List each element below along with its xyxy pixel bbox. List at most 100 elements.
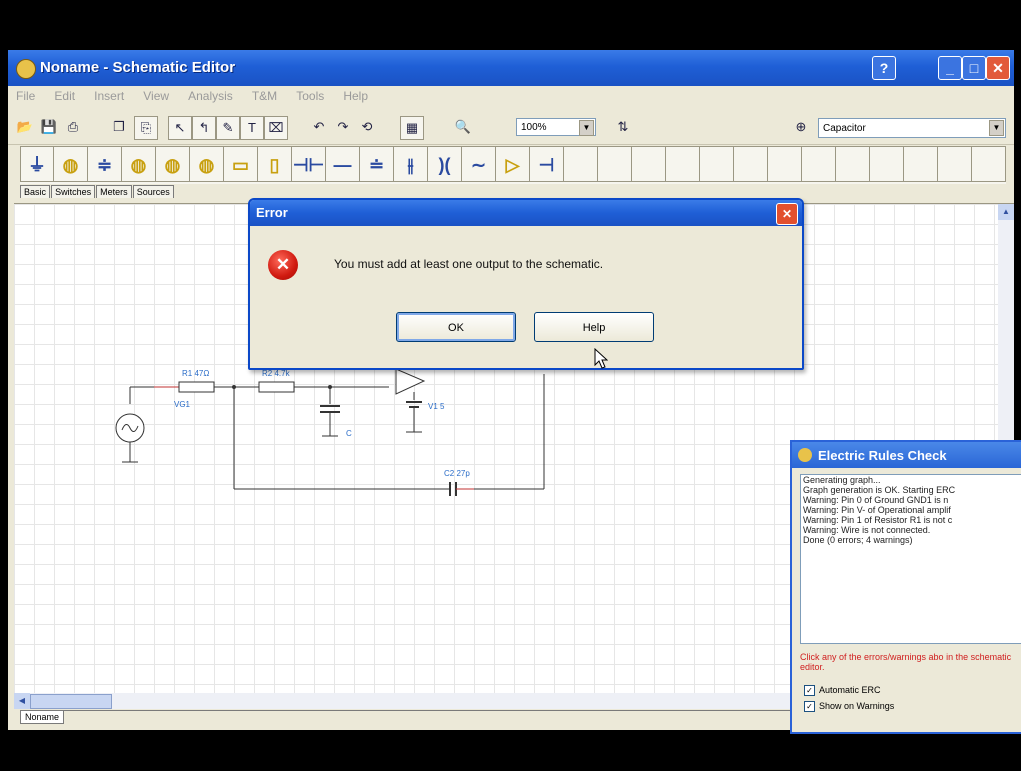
opamp [395, 368, 426, 395]
erc-log[interactable]: Generating graph... Graph generation is … [800, 474, 1021, 644]
menu-analysis[interactable]: Analysis [180, 86, 241, 106]
controlled-source-icon[interactable]: ◍ [190, 146, 224, 182]
palette-slot[interactable] [768, 146, 802, 182]
menu-tm[interactable]: T&M [244, 86, 285, 106]
label-icon[interactable]: ⌧ [264, 116, 288, 140]
ac-source-icon[interactable]: ◍ [54, 146, 88, 182]
voltage-source-icon[interactable]: ◍ [156, 146, 190, 182]
resistor-icon[interactable]: ▭ [224, 146, 258, 182]
component-palette: ⏚ ◍ ≑ ◍ ◍ ◍ ▭ ▯ ⊣⊢ — ≐ ⫲ )( ∼ ▷ ⊣ [20, 146, 1006, 184]
variable-capacitor-icon[interactable]: ⫲ [394, 146, 428, 182]
electrolytic-capacitor-icon[interactable]: ≐ [360, 146, 394, 182]
show-warnings-checkbox[interactable]: ✓ Show on Warnings [804, 700, 894, 713]
potentiometer-icon[interactable]: ▯ [258, 146, 292, 182]
current-source-icon[interactable]: ◍ [122, 146, 156, 182]
zoom-icon[interactable]: 🔍 [452, 116, 474, 138]
resistor-r1 [178, 381, 215, 393]
tab-switches[interactable]: Switches [51, 185, 96, 198]
copy-icon[interactable]: ❐ [108, 116, 130, 138]
resistor-r2 [258, 381, 295, 393]
menu-edit[interactable]: Edit [46, 86, 83, 106]
tab-sources[interactable]: Sources [132, 185, 174, 198]
menu-insert[interactable]: Insert [86, 86, 132, 106]
zoom-select[interactable]: 100% ▼ [516, 118, 596, 136]
hand-icon[interactable]: ↰ [192, 116, 216, 140]
palette-slot[interactable] [802, 146, 836, 182]
palette-slot[interactable] [870, 146, 904, 182]
component-select[interactable]: Capacitor ▼ [818, 118, 1006, 138]
palette-slot[interactable] [700, 146, 734, 182]
sort-icon[interactable]: ⇅ [612, 116, 634, 138]
redo-icon[interactable]: ↷ [332, 116, 354, 138]
grid-icon[interactable]: ▦ [400, 116, 424, 140]
inductor-icon[interactable]: ∼ [462, 146, 496, 182]
component-search-icon[interactable]: ⊕ [790, 116, 812, 138]
error-icon: ✕ [268, 250, 298, 280]
check-icon[interactable]: ✓ [804, 701, 815, 713]
palette-slot[interactable] [564, 146, 598, 182]
select-arrow-icon[interactable]: ↖ [168, 116, 192, 140]
ok-button[interactable]: OK [396, 312, 516, 342]
palette-slot[interactable] [836, 146, 870, 182]
undo-icon[interactable]: ↶ [308, 116, 330, 138]
erc-title-bar: Electric Rules Check [792, 442, 1021, 468]
print-icon[interactable]: ⎙ [62, 116, 84, 138]
ground-icon[interactable]: ⏚ [20, 146, 54, 182]
scroll-thumb[interactable] [30, 694, 112, 709]
tab-noname[interactable]: Noname [20, 711, 65, 724]
chevron-down-icon[interactable]: ▼ [989, 120, 1004, 136]
wire-icon[interactable]: — [326, 146, 360, 182]
transformer-icon[interactable]: )( [428, 146, 462, 182]
zoom-value: 100% [521, 122, 547, 133]
palette-slot[interactable] [938, 146, 972, 182]
palette-slot[interactable] [598, 146, 632, 182]
close-button[interactable]: ✕ [986, 56, 1010, 80]
app-icon [16, 59, 36, 79]
dialog-close-icon[interactable]: ✕ [776, 203, 798, 225]
battery-icon[interactable]: ≑ [88, 146, 122, 182]
scroll-left-icon[interactable]: ◀ [14, 693, 30, 709]
help-button[interactable]: Help [534, 312, 654, 342]
main-toolbar: 📂 💾 ⎙ ❐ ⎘ ↖ ↰ ✎ T ⌧ ↶ ↷ ⟲ ▦ 🔍 100% ▼ ⇅ ⊕… [8, 110, 1014, 145]
erc-log-line[interactable]: Generating graph... [801, 475, 1021, 485]
tab-basic[interactable]: Basic [20, 185, 51, 198]
diode-icon[interactable]: ▷ [496, 146, 530, 182]
erc-log-line[interactable]: Warning: Pin 0 of Ground GND1 is n [801, 495, 1021, 505]
label-v1: V1 5 [428, 402, 445, 411]
label-vg1: VG1 [174, 400, 191, 409]
menu-tools[interactable]: Tools [288, 86, 332, 106]
open-icon[interactable]: 📂 [14, 116, 36, 138]
tab-meters[interactable]: Meters [96, 185, 132, 198]
erc-log-line[interactable]: Warning: Wire is not connected. [801, 525, 1021, 535]
check-icon[interactable]: ✓ [804, 685, 815, 697]
switch-icon[interactable]: ⊣ [530, 146, 564, 182]
erc-log-line[interactable]: Graph generation is OK. Starting ERC [801, 485, 1021, 495]
menu-help[interactable]: Help [335, 86, 376, 106]
chevron-down-icon[interactable]: ▼ [579, 120, 594, 136]
palette-slot[interactable] [904, 146, 938, 182]
menu-file[interactable]: File [8, 86, 43, 106]
component-value: Capacitor [823, 123, 866, 134]
help-window-button[interactable]: ? [872, 56, 896, 80]
minimize-button[interactable]: _ [938, 56, 962, 80]
maximize-button[interactable]: □ [962, 56, 986, 80]
text-icon[interactable]: T [240, 116, 264, 140]
label-r1: R1 47Ω [182, 369, 209, 378]
rotate-icon[interactable]: ⟲ [356, 116, 378, 138]
menu-view[interactable]: View [135, 86, 177, 106]
erc-log-line[interactable]: Done (0 errors; 4 warnings) [801, 535, 1021, 545]
palette-slot[interactable] [666, 146, 700, 182]
save-icon[interactable]: 💾 [38, 116, 60, 138]
erc-icon [798, 448, 812, 462]
erc-log-line[interactable]: Warning: Pin V- of Operational amplif [801, 505, 1021, 515]
palette-slot[interactable] [972, 146, 1006, 182]
palette-slot[interactable] [632, 146, 666, 182]
capacitor-icon[interactable]: ⊣⊢ [292, 146, 326, 182]
scroll-up-icon[interactable]: ▲ [998, 204, 1014, 220]
palette-slot[interactable] [734, 146, 768, 182]
paste-icon[interactable]: ⎘ [134, 116, 158, 140]
wire-pencil-icon[interactable]: ✎ [216, 116, 240, 140]
erc-log-line[interactable]: Warning: Pin 1 of Resistor R1 is not c [801, 515, 1021, 525]
menu-bar: File Edit Insert View Analysis T&M Tools… [8, 86, 1014, 108]
automatic-erc-checkbox[interactable]: ✓ Automatic ERC [804, 684, 881, 697]
